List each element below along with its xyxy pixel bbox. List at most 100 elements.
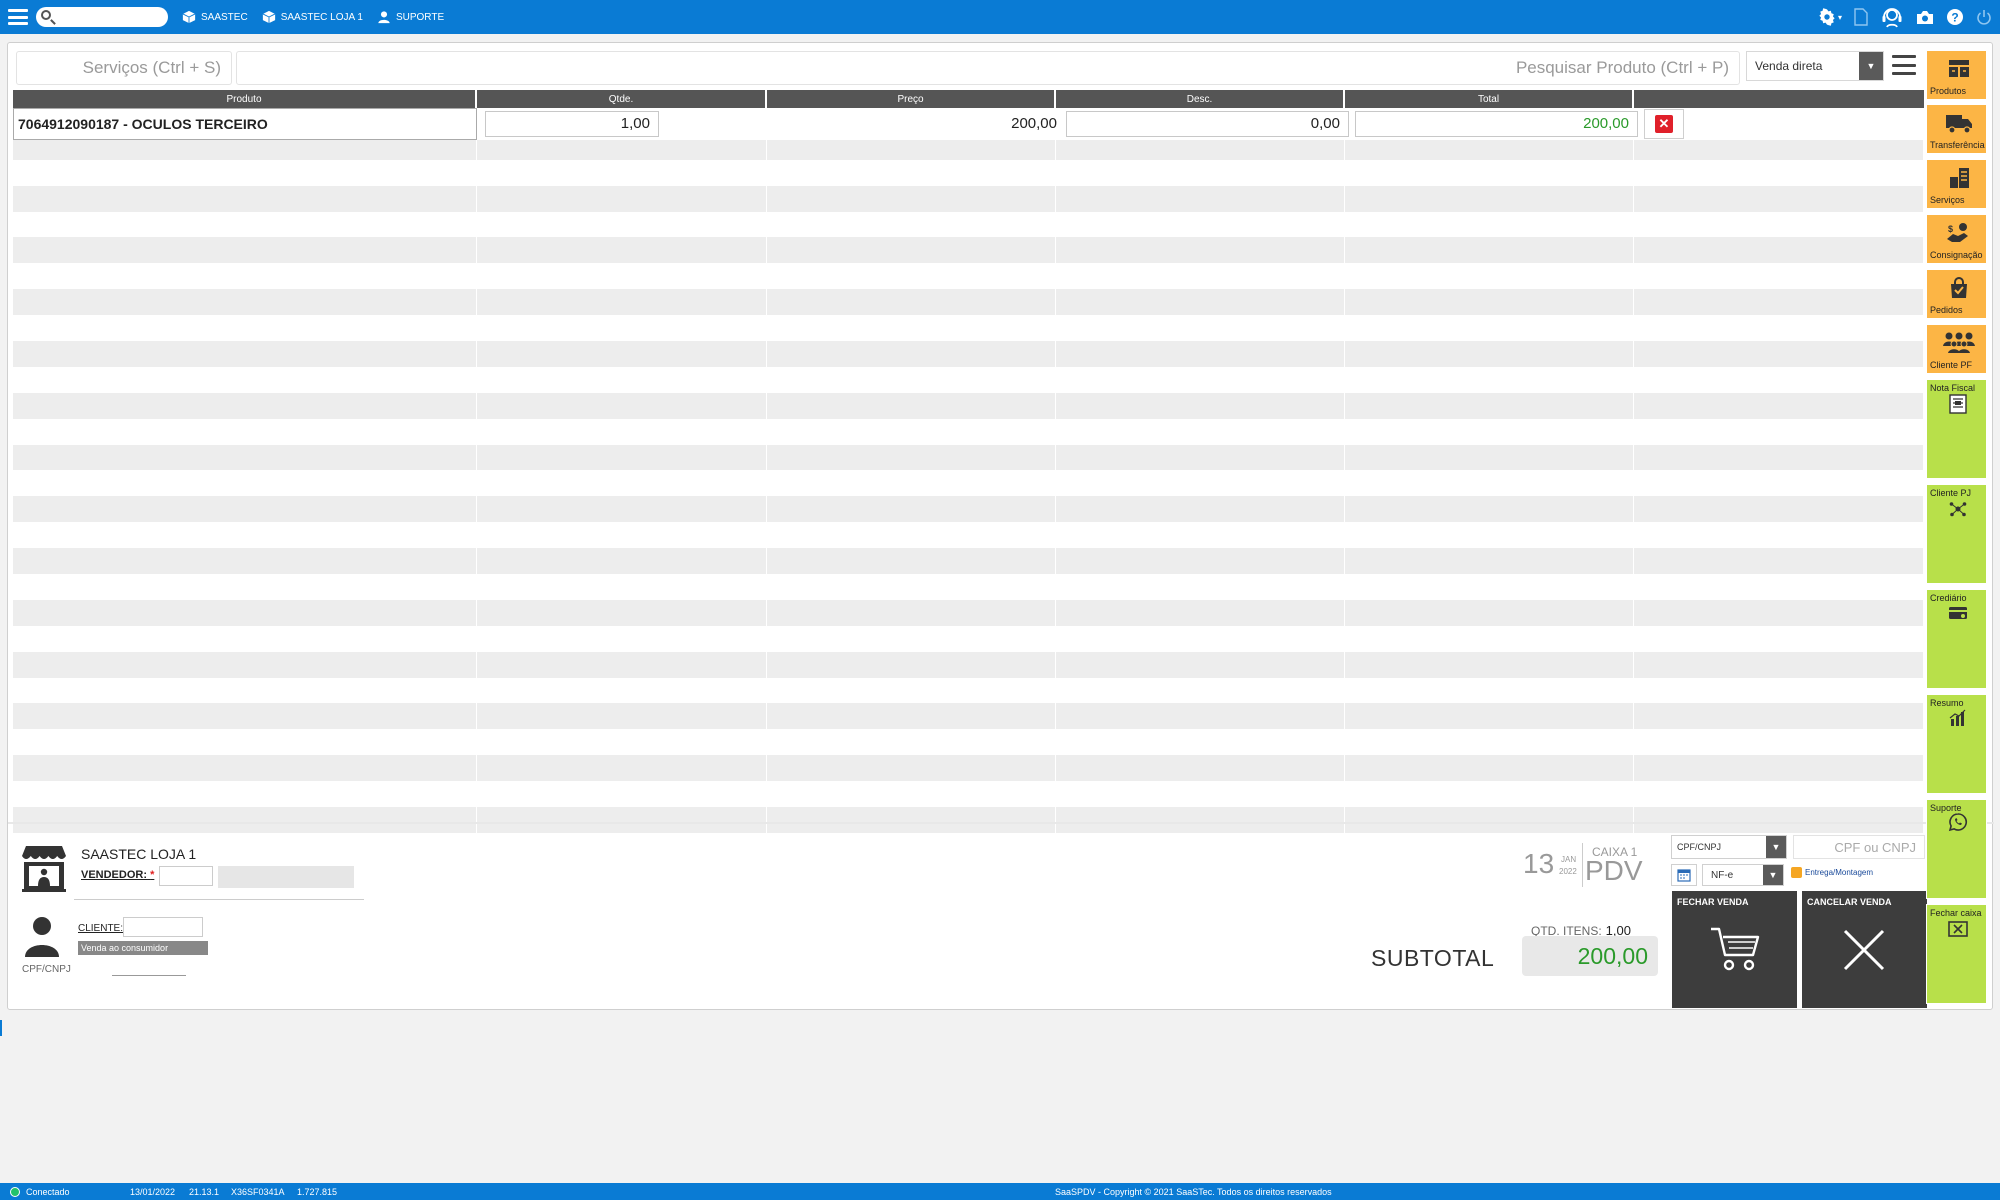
remove-item-button[interactable]: ✕ xyxy=(1644,109,1684,139)
empty-row xyxy=(13,496,1924,523)
empty-row xyxy=(13,211,1924,238)
empty-cell xyxy=(1345,781,1634,808)
chevron-down-icon[interactable]: ▼ xyxy=(1763,865,1783,885)
services-search[interactable] xyxy=(16,51,232,85)
top-search[interactable] xyxy=(36,7,168,27)
vendor-code-input[interactable] xyxy=(159,866,213,886)
quantity-input[interactable]: 1,00 xyxy=(485,111,659,137)
product-search[interactable] xyxy=(236,51,1740,85)
sidebar-item-invoice[interactable]: Nota Fiscal xyxy=(1926,379,1987,479)
empty-cell xyxy=(477,263,767,290)
cpf-cnpj-input[interactable] xyxy=(1794,836,1924,858)
sidebar-item-summary[interactable]: Resumo xyxy=(1926,694,1987,794)
services-search-input[interactable] xyxy=(17,52,231,84)
sidebar-item-client-pj[interactable]: Cliente PJ xyxy=(1926,484,1987,584)
sidebar-item-support[interactable]: Suporte xyxy=(1926,799,1987,899)
close-sale-button[interactable]: FECHAR VENDA xyxy=(1672,891,1797,1008)
empty-cell xyxy=(1345,470,1634,497)
sidebar-item-services[interactable]: Serviços xyxy=(1926,159,1987,209)
empty-cell xyxy=(1345,159,1634,186)
empty-cell xyxy=(767,159,1056,186)
empty-cell xyxy=(477,366,767,393)
sidebar-item-label: Fechar caixa xyxy=(1930,908,1982,918)
empty-cell xyxy=(1634,496,1924,523)
main-menu-icon[interactable] xyxy=(8,9,28,25)
handshake-icon: $ xyxy=(1947,223,1968,242)
remote-support-button[interactable] xyxy=(1880,5,1904,29)
invoice-type-select[interactable]: NF-e ▼ xyxy=(1702,864,1784,886)
sidebar-item-close-register[interactable]: Fechar caixa xyxy=(1926,904,1987,1004)
product-search-input[interactable] xyxy=(237,52,1739,84)
client-input[interactable] xyxy=(123,917,203,937)
empty-cell xyxy=(13,625,477,652)
empty-cell xyxy=(767,470,1056,497)
empty-cell xyxy=(1056,599,1345,626)
document-type-select[interactable]: CPF/CNPJ ▼ xyxy=(1671,835,1787,859)
empty-cell xyxy=(13,496,477,523)
column-header-discount[interactable]: Desc. xyxy=(1056,90,1345,108)
top-search-input[interactable] xyxy=(56,7,164,27)
sidebar-item-client-pf[interactable]: Cliente PF xyxy=(1926,324,1987,374)
sale-type-select[interactable]: Venda direta ▼ xyxy=(1746,51,1884,81)
empty-row xyxy=(13,444,1924,471)
chevron-down-icon[interactable]: ▼ xyxy=(1859,52,1883,80)
close-icon xyxy=(1843,929,1885,971)
total-input[interactable]: 200,00 xyxy=(1355,111,1638,137)
sidebar-item-products[interactable]: Produtos xyxy=(1926,50,1987,100)
sidebar-item-consignment[interactable]: $ Consignação xyxy=(1926,214,1987,264)
empty-cell xyxy=(13,392,477,419)
power-button[interactable] xyxy=(1976,9,1992,25)
cpf-cnpj-field[interactable] xyxy=(1793,835,1925,859)
chevron-down-icon[interactable]: ▼ xyxy=(1766,836,1786,858)
sidebar-item-credit[interactable]: Crediário xyxy=(1926,589,1987,689)
empty-cell xyxy=(1345,729,1634,756)
store-link[interactable]: SAASTEC LOJA 1 xyxy=(262,10,363,24)
sidebar-item-orders[interactable]: Pedidos xyxy=(1926,269,1987,319)
column-header-qty[interactable]: Qtde. xyxy=(477,90,767,108)
document-button[interactable] xyxy=(1854,8,1868,26)
calendar-button[interactable] xyxy=(1671,864,1697,886)
client-label[interactable]: CLIENTE: xyxy=(78,923,123,934)
support-link-label: SUPORTE xyxy=(395,11,445,23)
empty-cell xyxy=(477,703,767,730)
sidebar-item-label: Produtos xyxy=(1930,86,1967,96)
table-row[interactable]: 7064912090187 - OCULOS TERCEIRO 1,00 200… xyxy=(13,108,1924,140)
empty-row xyxy=(13,392,1924,419)
company-link[interactable]: SAASTEC xyxy=(182,10,248,24)
close-sale-label: FECHAR VENDA xyxy=(1677,897,1749,907)
options-menu-icon[interactable] xyxy=(1892,55,1916,75)
column-header-product[interactable]: Produto xyxy=(13,90,477,108)
delivery-option[interactable]: Entrega/Montagem xyxy=(1791,867,1873,878)
empty-row xyxy=(13,677,1924,704)
empty-row xyxy=(13,781,1924,808)
delivery-checkbox[interactable] xyxy=(1791,867,1802,878)
discount-input[interactable]: 0,00 xyxy=(1066,111,1349,137)
empty-cell xyxy=(767,366,1056,393)
empty-cell xyxy=(1634,289,1924,316)
camera-button[interactable] xyxy=(1916,10,1934,25)
empty-cell xyxy=(477,807,767,833)
empty-cell xyxy=(1345,651,1634,678)
empty-cell xyxy=(767,392,1056,419)
column-header-price[interactable]: Preço xyxy=(767,90,1056,108)
column-header-total[interactable]: Total xyxy=(1345,90,1634,108)
empty-row xyxy=(13,807,1924,833)
empty-cell xyxy=(1345,418,1634,445)
empty-row xyxy=(13,574,1924,600)
empty-row xyxy=(13,159,1924,186)
items-grid-header: Produto Qtde. Preço Desc. Total xyxy=(13,90,1924,108)
products-icon xyxy=(1949,60,1969,77)
settings-button[interactable]: ▾ xyxy=(1818,8,1842,26)
empty-cell xyxy=(1634,341,1924,367)
search-icon xyxy=(41,10,51,20)
help-button[interactable]: ? xyxy=(1946,8,1964,26)
cancel-sale-button[interactable]: CANCELAR VENDA xyxy=(1802,891,1927,1008)
whatsapp-icon xyxy=(1948,813,1967,832)
support-link[interactable]: SUPORTE xyxy=(377,10,444,24)
sidebar-item-transfer[interactable]: Transferência xyxy=(1926,104,1987,154)
empty-cell xyxy=(767,729,1056,756)
empty-cell xyxy=(477,392,767,419)
empty-cell xyxy=(1634,703,1924,730)
empty-row xyxy=(13,625,1924,652)
empty-cell xyxy=(13,418,477,445)
